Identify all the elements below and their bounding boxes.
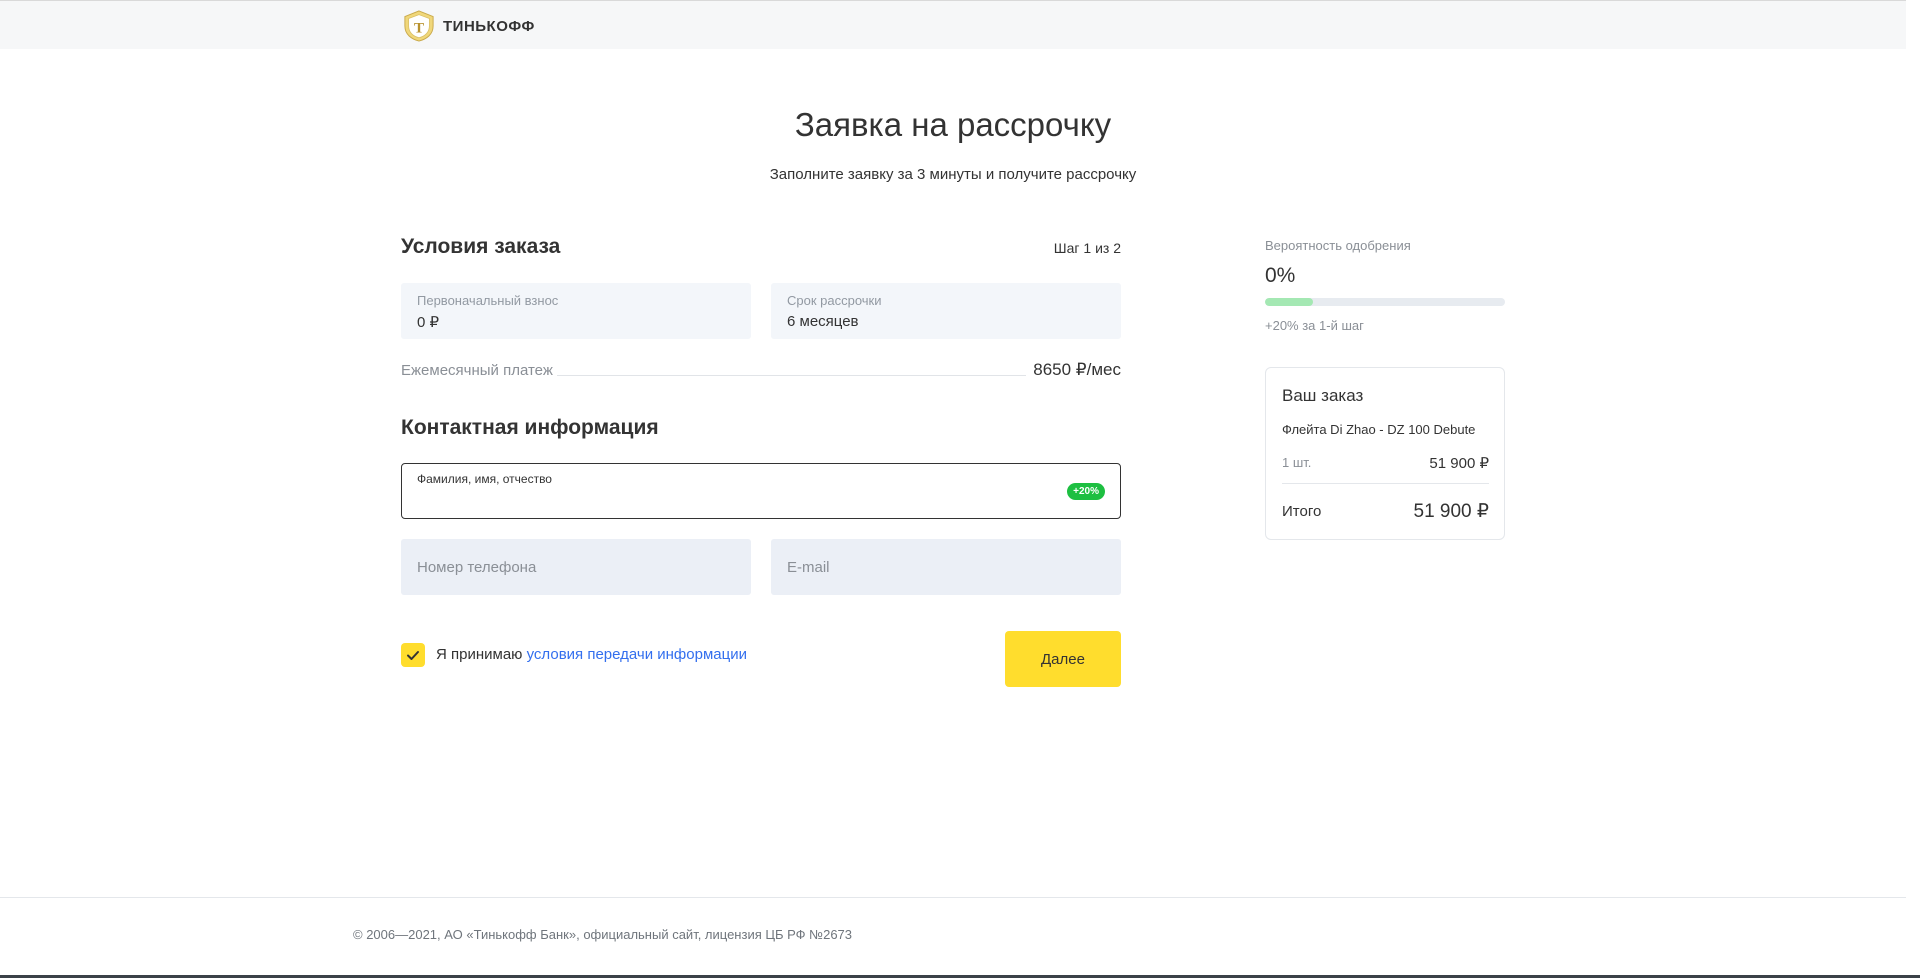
down-payment-value: 0 ₽ <box>417 314 440 331</box>
next-button[interactable]: Далее <box>1005 631 1121 687</box>
order-summary-title: Ваш заказ <box>1282 386 1364 405</box>
monthly-payment-divider <box>551 375 1026 376</box>
top-header: Т ТИНЬКОФФ <box>0 0 1906 49</box>
step-indicator: Шаг 1 из 2 <box>1053 240 1121 256</box>
phone-input[interactable] <box>401 539 751 595</box>
brand-logo[interactable]: Т ТИНЬКОФФ <box>401 10 535 42</box>
approval-probability-label: Вероятность одобрения <box>1265 238 1411 253</box>
consent-text: Я принимаю условия передачи информации <box>436 646 747 663</box>
monthly-payment-row: Ежемесячный платеж 8650 ₽/мес <box>401 360 1121 382</box>
checkmark-icon <box>407 651 419 660</box>
approval-hint: +20% за 1-й шаг <box>1265 318 1364 333</box>
installment-term-field[interactable]: Срок рассрочки 6 месяцев <box>771 283 1121 339</box>
brand-name: ТИНЬКОФФ <box>443 17 535 35</box>
page-scroll-gutter <box>1906 0 1920 978</box>
bonus-badge: +20% <box>1067 483 1105 500</box>
tinkoff-shield-icon: Т <box>404 10 434 42</box>
monthly-payment-label: Ежемесячный платеж <box>401 362 557 379</box>
order-product-name: Флейта Di Zhao - DZ 100 Debute <box>1282 422 1476 437</box>
consent-checkbox[interactable] <box>401 643 425 667</box>
full-name-label: Фамилия, имя, отчество <box>417 472 552 486</box>
page-subtitle: Заполните заявку за 3 минуты и получите … <box>769 166 1137 183</box>
monthly-payment-value: 8650 ₽/мес <box>1033 360 1121 379</box>
full-name-field[interactable]: Фамилия, имя, отчество +20% <box>401 463 1121 519</box>
footer-copyright: © 2006—2021, АО «Тинькофф Банк», официал… <box>353 927 853 942</box>
down-payment-label: Первоначальный взнос <box>417 293 559 308</box>
order-total-label: Итого <box>1282 503 1322 520</box>
order-divider <box>1282 483 1489 484</box>
installment-term-label: Срок рассрочки <box>787 293 882 308</box>
footer-divider <box>0 897 1906 898</box>
consent-prefix: Я принимаю <box>436 646 527 663</box>
approval-probability-value: 0% <box>1265 264 1296 287</box>
approval-progress-fill <box>1265 298 1313 306</box>
order-summary-card: Ваш заказ Флейта Di Zhao - DZ 100 Debute… <box>1265 367 1505 540</box>
consent-terms-link[interactable]: условия передачи информации <box>527 646 747 663</box>
order-conditions-title: Условия заказа <box>401 235 561 258</box>
order-quantity: 1 шт. <box>1282 455 1312 470</box>
page-title: Заявка на рассрочку <box>794 106 1112 143</box>
order-total-value: 51 900 ₽ <box>1413 501 1489 522</box>
approval-progress-bar <box>1265 298 1505 306</box>
email-input[interactable] <box>771 539 1121 595</box>
down-payment-field[interactable]: Первоначальный взнос 0 ₽ <box>401 283 751 339</box>
installment-term-value: 6 месяцев <box>787 313 859 330</box>
contact-info-title: Контактная информация <box>401 416 659 439</box>
order-item-price: 51 900 ₽ <box>1429 455 1489 472</box>
svg-text:Т: Т <box>414 21 424 37</box>
